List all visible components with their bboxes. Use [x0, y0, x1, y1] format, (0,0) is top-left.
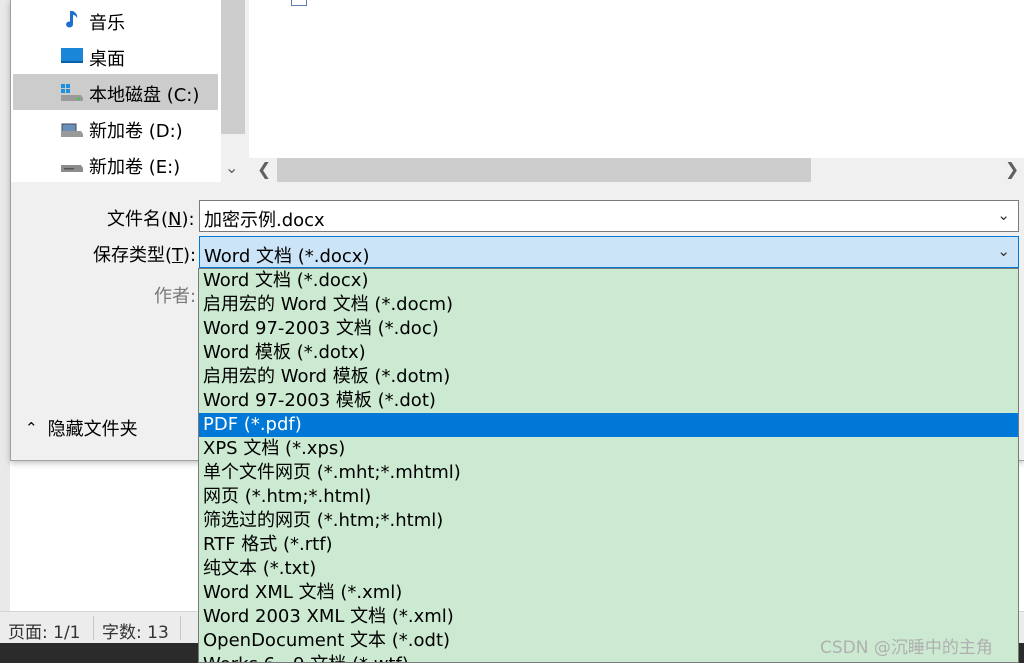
- nav-item-local-disk-c[interactable]: 本地磁盘 (C:): [13, 74, 218, 110]
- nav-item-label: 本地磁盘 (C:): [89, 85, 200, 106]
- scrollbar-thumb[interactable]: [221, 0, 245, 134]
- author-label: 作者:: [154, 286, 197, 307]
- word-count[interactable]: 字数: 13: [102, 618, 169, 643]
- chevron-down-icon[interactable]: ⌄: [225, 158, 238, 177]
- save-type-select[interactable]: Word 文档 (*.docx) ⌄: [199, 236, 1019, 268]
- hide-folders-label: 隐藏文件夹: [47, 419, 138, 440]
- nav-item-desktop[interactable]: 桌面: [13, 38, 218, 74]
- list-item-selected[interactable]: PDF (*.pdf): [199, 413, 1018, 437]
- music-note-icon: [66, 11, 78, 28]
- file-list-pane: ❮ ❯: [249, 0, 1024, 182]
- list-item[interactable]: Word 2003 XML 文档 (*.xml): [199, 605, 1018, 629]
- list-item[interactable]: XPS 文档 (*.xps): [199, 437, 1018, 461]
- save-type-label: 保存类型(T):: [93, 245, 197, 266]
- status-separator: [180, 616, 181, 640]
- hide-folders-button[interactable]: ⌃ 隐藏文件夹: [25, 415, 138, 441]
- status-separator: [93, 616, 94, 640]
- page-count[interactable]: 页面: 1/1: [8, 618, 81, 643]
- drive-icon: [61, 165, 83, 172]
- list-item[interactable]: 纯文本 (*.txt): [199, 557, 1018, 581]
- drive-icon: [61, 123, 83, 137]
- list-item[interactable]: Word 模板 (*.dotx): [199, 341, 1018, 365]
- list-item[interactable]: RTF 格式 (*.rtf): [199, 533, 1018, 557]
- filename-field[interactable]: 加密示例.docx ⌄: [199, 200, 1019, 232]
- filename-value: 加密示例.docx: [204, 210, 325, 231]
- list-item[interactable]: Word 文档 (*.docx): [199, 269, 1018, 293]
- filename-label: 文件名(N):: [107, 209, 195, 230]
- list-item[interactable]: Word 97-2003 文档 (*.doc): [199, 317, 1018, 341]
- list-item[interactable]: 筛选过的网页 (*.htm;*.html): [199, 509, 1018, 533]
- chevron-right-icon[interactable]: ❯: [1005, 160, 1019, 180]
- document-icon: [291, 0, 307, 6]
- chevron-up-icon: ⌃: [25, 419, 38, 437]
- nav-item-label: 音乐: [89, 13, 125, 34]
- list-item[interactable]: 启用宏的 Word 模板 (*.dotm): [199, 365, 1018, 389]
- chevron-left-icon[interactable]: ❮: [257, 160, 271, 180]
- chevron-down-icon[interactable]: ⌄: [997, 242, 1010, 260]
- nav-scrollbar[interactable]: ⌄: [221, 0, 245, 182]
- horizontal-scrollbar[interactable]: ❮ ❯: [249, 158, 1024, 182]
- list-item[interactable]: Word 97-2003 模板 (*.dot): [199, 389, 1018, 413]
- save-type-value: Word 文档 (*.docx): [204, 246, 370, 267]
- desktop-icon: [61, 48, 83, 63]
- nav-item-label: 桌面: [89, 49, 125, 70]
- nav-item-label: 新加卷 (D:): [89, 121, 183, 142]
- list-item[interactable]: Word XML 文档 (*.xml): [199, 581, 1018, 605]
- scrollbar-thumb[interactable]: [277, 158, 811, 182]
- nav-item-drive-d[interactable]: 新加卷 (D:): [13, 110, 218, 146]
- navigation-pane: 音乐 桌面 本地磁盘 (C:) 新加卷 (D:) 新加卷 (E:) ⌄: [11, 0, 245, 182]
- chevron-down-icon[interactable]: ⌄: [997, 206, 1010, 224]
- nav-item-label: 新加卷 (E:): [89, 157, 181, 178]
- nav-item-music[interactable]: 音乐: [13, 2, 218, 38]
- document-margin: [0, 0, 10, 663]
- list-item[interactable]: 启用宏的 Word 文档 (*.docm): [199, 293, 1018, 317]
- watermark: CSDN @沉睡中的主角: [820, 638, 993, 658]
- list-item[interactable]: 网页 (*.htm;*.html): [199, 485, 1018, 509]
- save-type-dropdown-list[interactable]: Word 文档 (*.docx) 启用宏的 Word 文档 (*.docm) W…: [198, 268, 1019, 663]
- list-item[interactable]: 单个文件网页 (*.mht;*.mhtml): [199, 461, 1018, 485]
- nav-item-drive-e[interactable]: 新加卷 (E:): [13, 146, 218, 182]
- windows-drive-icon: [61, 84, 83, 101]
